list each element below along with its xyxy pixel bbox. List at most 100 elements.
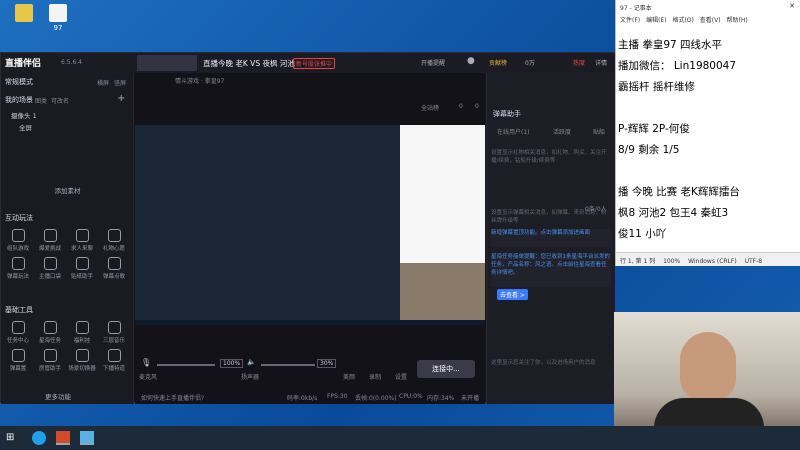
- interact-tool-2[interactable]: 求人来聊: [67, 229, 97, 252]
- notice-pin-feature[interactable]: 新增弹幕置顶功能。点击弹幕添加进画面: [491, 229, 611, 247]
- scene-tab-1[interactable]: 图类: [35, 96, 47, 105]
- menu-help[interactable]: 帮助(H): [727, 17, 748, 24]
- mode-landscape[interactable]: 横屏: [97, 78, 109, 87]
- mode-selector[interactable]: 常规模式: [5, 77, 33, 87]
- basic-tool-2[interactable]: 福利挂: [67, 321, 97, 344]
- interact-tool-4[interactable]: 弹幕玩法: [3, 257, 33, 280]
- mode-portrait[interactable]: 竖屏: [114, 78, 126, 87]
- notepad-text-area[interactable]: 主播 拳皇97 四线水平 播加微信： Lin1980047 霸摇杆 摇杆维修 P…: [616, 26, 800, 251]
- left-panel: 常规模式 横屏 竖屏 我的场景 图类 可改名 + 摄像头 1 全屏 添加素材 互…: [1, 73, 134, 404]
- tool-icon: [75, 349, 89, 362]
- start-live-button[interactable]: 连接中...: [417, 360, 475, 378]
- text-line: [618, 161, 799, 182]
- source-fullscreen: 全屏: [19, 124, 32, 132]
- menu-file[interactable]: 文件(F): [620, 17, 640, 24]
- notepad-title: 97 - 记事本: [620, 5, 652, 12]
- bitrate-stat: 码率:0kb/s: [287, 395, 318, 402]
- live-reminder-link[interactable]: 开播提醒: [421, 58, 445, 67]
- notepad-menubar: 文件(F) 编辑(E) 格式(O) 查看(V) 帮助(H): [616, 13, 800, 25]
- preview-webcam: [400, 263, 485, 320]
- speaker-slider[interactable]: [261, 364, 315, 366]
- avatar[interactable]: ●: [467, 56, 475, 66]
- windows-taskbar: ⊞: [0, 426, 800, 450]
- tool-icon: [107, 321, 121, 334]
- mem-stat: 内存:34%: [427, 395, 455, 402]
- app-version: 6.5.6.4: [61, 59, 82, 66]
- tool-label: 贴纸助手: [70, 274, 93, 280]
- contribution-rank[interactable]: 贡献榜: [489, 58, 507, 67]
- desktop-file-label: 97: [53, 24, 63, 32]
- basic-tool-5[interactable]: 房管助手: [35, 349, 65, 372]
- settings-button[interactable]: 设置: [395, 372, 407, 381]
- mic-value[interactable]: 100%: [220, 359, 244, 368]
- tool-label: 组队游戏: [6, 246, 29, 252]
- record-button[interactable]: 录制: [369, 372, 381, 381]
- speaker-control[interactable]: 🔈 30%: [247, 358, 347, 370]
- view-task-button[interactable]: 去查看 >: [497, 289, 528, 300]
- drop-stat: 丢帧:0(0.00%): [355, 395, 397, 402]
- live-title[interactable]: 直播今晚 老K VS 夜枫 河池: [203, 58, 295, 69]
- follow-messages-placeholder: 这里显示您关注了你，以及进场用户的消息: [491, 360, 596, 366]
- beauty-button[interactable]: 美颜: [343, 372, 355, 381]
- tool-icon: [11, 257, 25, 270]
- close-icon[interactable]: ✕: [789, 2, 795, 10]
- scene-tab-2[interactable]: 可改名: [51, 96, 69, 105]
- basic-tool-3[interactable]: 三层音乐: [99, 321, 129, 344]
- app-titlebar: 直播伴侣 6.5.6.4 直播今晚 老K VS 夜枫 河池 新号股张推中 开播提…: [1, 53, 615, 73]
- interact-tool-1[interactable]: 爆爱挑战: [35, 229, 65, 252]
- tool-icon: [11, 321, 25, 334]
- notepad-taskbar-icon[interactable]: [80, 431, 94, 445]
- office-icon[interactable]: [56, 431, 70, 445]
- notepad-statusbar: 行 1, 第 1 列 100% Windows (CRLF) UTF-8: [616, 252, 800, 266]
- tool-icon: [43, 349, 57, 362]
- tool-label: 弹幕置: [9, 366, 27, 372]
- center-panel: 情斗游戏 · 拳皇97 全站榜 0 0 🎙 100% 麦克风 🔈 30% 扬声器…: [135, 73, 485, 404]
- interact-tool-0[interactable]: 组队游戏: [3, 229, 33, 252]
- detail-link[interactable]: 详情: [595, 58, 607, 67]
- tool-icon: [75, 229, 89, 242]
- basic-tool-0[interactable]: 任务中心: [3, 321, 33, 344]
- mic-slider[interactable]: [157, 364, 215, 366]
- tab-online-users[interactable]: 在线用户(1): [497, 127, 530, 136]
- category-label[interactable]: 情斗游戏 · 拳皇97: [175, 76, 224, 85]
- tool-label: 弹幕玩法: [6, 274, 29, 280]
- more-functions-link[interactable]: 更多功能: [45, 391, 71, 401]
- source-item[interactable]: 全屏: [1, 120, 134, 132]
- streamer-face: [680, 332, 736, 402]
- speaker-value[interactable]: 30%: [317, 359, 337, 368]
- hot-value: 0万: [525, 60, 535, 67]
- message-counter: 0条/0人: [585, 206, 607, 213]
- add-material-button[interactable]: 添加素材: [1, 185, 134, 199]
- source-item[interactable]: 摄像头 1: [1, 108, 134, 120]
- basic-tool-4[interactable]: 弹幕置: [3, 349, 33, 372]
- menu-edit[interactable]: 编辑(E): [646, 17, 666, 24]
- menu-view[interactable]: 查看(V): [700, 17, 721, 24]
- menu-format[interactable]: 格式(O): [672, 17, 693, 24]
- desktop-file-97[interactable]: 97: [38, 4, 78, 32]
- basic-tool-6[interactable]: 场景切换器: [67, 349, 97, 372]
- interact-header: 互动玩法: [5, 214, 33, 222]
- interact-tool-3[interactable]: 礼物心愿: [99, 229, 129, 252]
- stream-preview[interactable]: [135, 125, 485, 325]
- windows-start-icon[interactable]: ⊞: [6, 431, 20, 445]
- tab-activity[interactable]: 活跃度: [553, 127, 571, 136]
- views-count: 0: [475, 103, 479, 110]
- mic-icon: 🎙: [141, 358, 152, 367]
- stream-cover-thumbnail[interactable]: [137, 55, 197, 71]
- basic-tool-1[interactable]: 星海任务: [35, 321, 65, 344]
- interact-tool-7[interactable]: 弹幕点歌: [99, 257, 129, 280]
- rank-link[interactable]: 全站榜: [421, 103, 439, 112]
- hot-label[interactable]: 热度: [573, 58, 585, 67]
- help-hint[interactable]: 如何快速上手直播伴侣?: [141, 393, 204, 402]
- interact-tool-6[interactable]: 贴纸助手: [67, 257, 97, 280]
- basic-tool-7[interactable]: 下播特道: [99, 349, 129, 372]
- mic-control[interactable]: 🎙 100%: [141, 358, 244, 370]
- edge-icon[interactable]: [32, 431, 46, 445]
- preview-notepad: [400, 125, 485, 263]
- add-scene-icon[interactable]: +: [117, 93, 125, 104]
- interact-tool-5[interactable]: 主播口袋: [35, 257, 65, 280]
- tab-fan-boat[interactable]: 贴船: [593, 127, 605, 136]
- tool-icon: [107, 349, 121, 362]
- text-line: 主播 拳皇97 四线水平: [618, 39, 723, 51]
- nested-screen-capture: [135, 125, 400, 320]
